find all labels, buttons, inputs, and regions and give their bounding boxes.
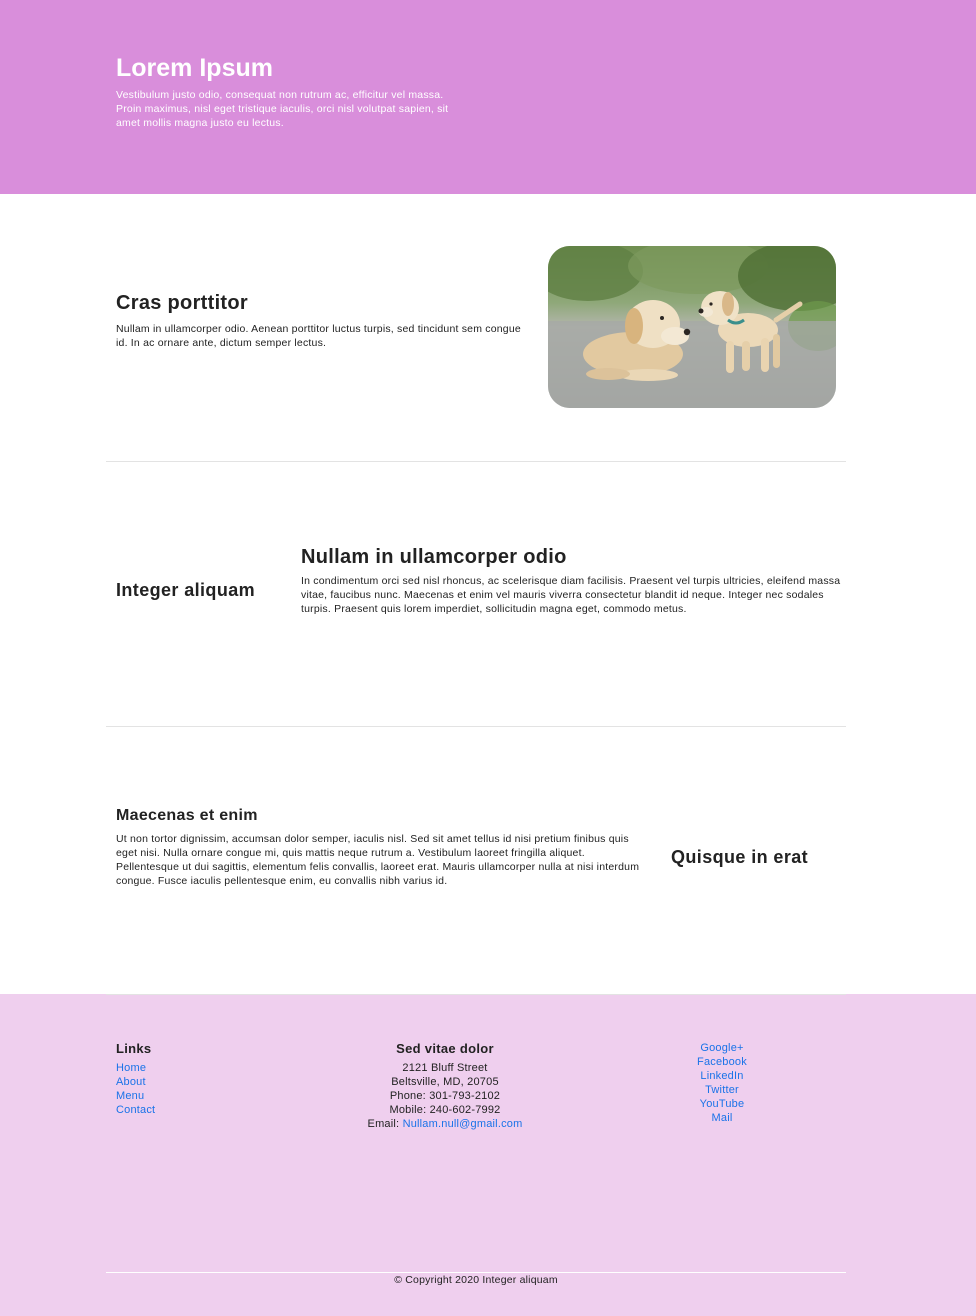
social-link-linkedin[interactable]: LinkedIn: [700, 1070, 743, 1082]
social-link-facebook[interactable]: Facebook: [697, 1056, 747, 1068]
section3-text: Ut non tortor dignissim, accumsan dolor …: [116, 833, 640, 887]
social-item: Twitter: [662, 1083, 782, 1097]
section2-left-heading: Integer aliquam: [116, 580, 256, 600]
footer-social-list: Google+ Facebook LinkedIn Twitter YouTub…: [662, 1041, 782, 1125]
dogs-photo: [548, 246, 836, 408]
contact-phone: Phone: 301-793-2102: [389, 1090, 501, 1102]
hero-banner: Lorem Ipsum Vestibulum justo odio, conse…: [0, 0, 976, 194]
hero-text: Vestibulum justo odio, consequat non rut…: [116, 89, 449, 129]
social-item: Google+: [662, 1041, 782, 1055]
contact-street: 2121 Bluff Street: [402, 1062, 488, 1074]
contact-city: Beltsville, MD, 20705: [391, 1076, 499, 1088]
social-item: Mail: [662, 1111, 782, 1125]
contact-email-label: Email:: [367, 1118, 403, 1130]
social-item: LinkedIn: [662, 1069, 782, 1083]
section-divider: [106, 726, 846, 727]
social-link-mail[interactable]: Mail: [712, 1112, 733, 1124]
contact-email-line: Email: Nullam.null@gmail.com: [345, 1117, 545, 1131]
copyright-text: © Copyright 2020 Integer aliquam: [394, 1274, 558, 1286]
section2-title: Nullam in ullamcorper odio: [301, 546, 567, 568]
social-link-google-plus[interactable]: Google+: [700, 1042, 743, 1054]
section3-right-heading: Quisque in erat: [671, 847, 809, 867]
contact-mobile: Mobile: 240-602-7992: [389, 1104, 501, 1116]
footer-link-item: About: [116, 1075, 155, 1089]
footer-links-list: Home About Menu Contact: [116, 1061, 155, 1117]
social-link-twitter[interactable]: Twitter: [705, 1084, 739, 1096]
contact-heading: Sed vitae dolor: [396, 1041, 494, 1056]
footer-link-item: Home: [116, 1061, 155, 1075]
hero-title: Lorem Ipsum: [116, 54, 273, 82]
footer-bottom-divider: [106, 1272, 846, 1273]
social-item: Facebook: [662, 1055, 782, 1069]
social-link-youtube[interactable]: YouTube: [700, 1098, 745, 1110]
footer-link-item: Menu: [116, 1089, 155, 1103]
section1-text: Nullam in ullamcorper odio. Aenean portt…: [116, 323, 521, 349]
section3-title: Maecenas et enim: [116, 807, 258, 824]
footer-link-menu[interactable]: Menu: [116, 1090, 144, 1102]
section2-text: In condimentum orci sed nisl rhoncus, ac…: [301, 575, 841, 615]
footer-links-heading: Links: [116, 1041, 152, 1056]
social-item: YouTube: [662, 1097, 782, 1111]
footer-link-contact[interactable]: Contact: [116, 1104, 155, 1116]
section1-title: Cras porttitor: [116, 292, 248, 314]
footer-link-about[interactable]: About: [116, 1076, 146, 1088]
footer: Links Home About Menu Contact Sed vitae …: [0, 994, 976, 1316]
footer-link-item: Contact: [116, 1103, 155, 1117]
footer-contact: Sed vitae dolor 2121 Bluff Street Beltsv…: [345, 1041, 545, 1131]
contact-email-link[interactable]: Nullam.null@gmail.com: [403, 1118, 523, 1130]
footer-divider: [106, 994, 846, 995]
section-divider: [106, 461, 846, 462]
footer-link-home[interactable]: Home: [116, 1062, 146, 1074]
